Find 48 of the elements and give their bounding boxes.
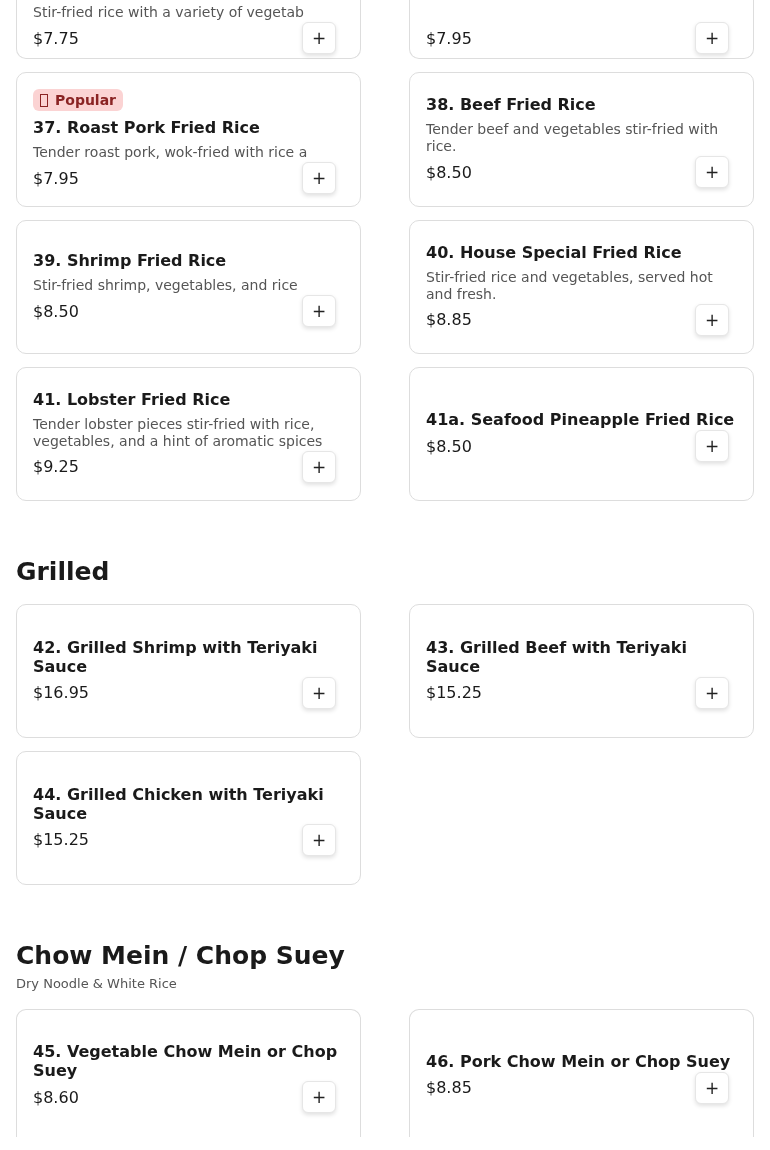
- item-name: 43. Grilled Beef with Teriyaki Sauce: [426, 637, 688, 676]
- add-button[interactable]: +: [302, 162, 336, 194]
- item-name: 37. Roast Pork Fried Rice: [33, 118, 261, 137]
- item-description: Tender roast pork, wok-fried with rice a: [33, 144, 309, 161]
- item-name: 41a. Seafood Pineapple Fried Rice: [426, 410, 736, 429]
- add-button[interactable]: +: [302, 22, 336, 54]
- item-description: Stir-fried shrimp, vegetables, and rice: [33, 277, 299, 294]
- add-button[interactable]: +: [695, 303, 729, 336]
- section-heading: Chow Mein / Chop Suey: [16, 941, 345, 970]
- add-button[interactable]: +: [695, 22, 729, 54]
- item-price: $7.95: [426, 28, 472, 48]
- badge-label: Popular: [55, 92, 117, 108]
- item-name: 44. Grilled Chicken with Teriyaki Sauce: [33, 784, 325, 823]
- add-button[interactable]: +: [695, 430, 729, 462]
- item-price: $15.25: [33, 830, 89, 849]
- item-price: $9.25: [33, 457, 79, 476]
- section-heading: Grilled: [16, 557, 110, 586]
- item-description: Stir-fried rice and vegetables, served hot and fresh.: [426, 268, 714, 303]
- item-name: 39. Shrimp Fried Rice: [33, 251, 228, 270]
- add-button[interactable]: +: [302, 1081, 336, 1113]
- item-description: Stir-fried rice with a variety of vegetab: [33, 4, 305, 21]
- item-name: 42. Grilled Shrimp with Teriyaki Sauce: [33, 637, 319, 676]
- item-name: 41. Lobster Fried Rice: [33, 389, 232, 409]
- add-button[interactable]: +: [695, 1071, 729, 1104]
- item-price: $8.50: [426, 436, 472, 456]
- item-price: $8.85: [426, 310, 472, 329]
- item-price: $8.85: [426, 1078, 472, 1097]
- add-button[interactable]: +: [302, 676, 336, 709]
- item-name: 40. House Special Fried Rice: [426, 242, 683, 262]
- item-price: $7.95: [33, 168, 79, 188]
- item-price: $8.60: [33, 1087, 79, 1107]
- item-description: Tender beef and vegetables stir-fried with rice.: [426, 121, 720, 155]
- section-subtitle: Dry Noodle & White Rice: [16, 976, 177, 991]
- item-price: $15.25: [426, 683, 482, 702]
- add-button[interactable]: +: [695, 676, 729, 709]
- item-price: $16.95: [33, 683, 89, 702]
- item-name: 45. Vegetable Chow Mein or Chop Suey: [33, 1042, 339, 1080]
- add-button[interactable]: +: [302, 295, 336, 327]
- item-name: 38. Beef Fried Rice: [426, 95, 597, 114]
- item-description: Tender lobster pieces stir-fried with rice, vegetables, and a hint of aromatic spices: [33, 415, 324, 450]
- add-button[interactable]: +: [302, 823, 336, 856]
- item-price: $8.50: [426, 162, 472, 182]
- add-button[interactable]: +: [302, 450, 336, 483]
- item-name: 46. Pork Chow Mein or Chop Suey: [426, 1051, 732, 1071]
- add-button[interactable]: +: [695, 156, 729, 188]
- item-price: $7.75: [33, 28, 79, 48]
- missing-glyph-icon: [40, 93, 48, 107]
- item-price: $8.50: [33, 301, 79, 321]
